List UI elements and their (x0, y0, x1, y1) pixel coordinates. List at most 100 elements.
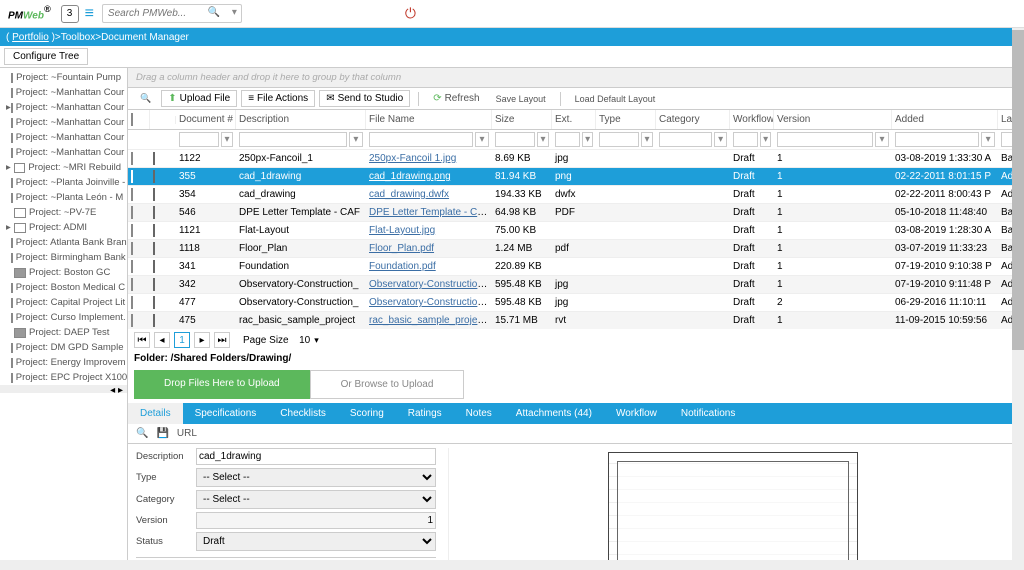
upload-file-button[interactable]: ⬆Upload File (161, 90, 237, 107)
refresh-button[interactable]: ⟳Refresh (427, 91, 485, 106)
filter-icon[interactable]: ▾ (641, 132, 653, 147)
shield-icon[interactable]: 3 (61, 5, 79, 23)
table-row[interactable]: 342Observatory-Construction_Observatory-… (128, 275, 1024, 293)
tab-specifications[interactable]: Specifications (183, 403, 269, 424)
search-icon[interactable]: 🔍 (207, 7, 219, 18)
table-row[interactable]: 475rac_basic_sample_projectrac_basic_sam… (128, 311, 1024, 329)
sidebar-item[interactable]: Project: DAEP Test (0, 325, 127, 340)
page-prev[interactable]: ◂ (154, 332, 170, 348)
table-row[interactable]: 341FoundationFoundation.pdf220.89 KBDraf… (128, 257, 1024, 275)
filter-input[interactable] (555, 132, 580, 147)
category-select[interactable]: -- Select -- (196, 490, 436, 509)
sidebar-item[interactable]: Project: ~Manhattan Cour (0, 100, 127, 115)
column-header[interactable]: Added (892, 110, 998, 129)
filter-input[interactable] (369, 132, 473, 147)
column-header[interactable]: Document # (176, 110, 236, 129)
table-row[interactable]: 1121Flat-LayoutFlat-Layout.jpg75.00 KBDr… (128, 221, 1024, 239)
filter-input[interactable] (599, 132, 639, 147)
filter-input[interactable] (777, 132, 873, 147)
url-button[interactable]: URL (177, 428, 197, 439)
sidebar-item[interactable]: Project: Energy Improvem (0, 355, 127, 370)
detail-save-icon[interactable]: 💾 (156, 428, 168, 439)
column-header[interactable]: Description (236, 110, 366, 129)
tab-workflow[interactable]: Workflow (604, 403, 669, 424)
filter-icon[interactable]: ▾ (221, 132, 233, 147)
load-layout-button[interactable]: Load Default Layout (569, 92, 662, 106)
column-header[interactable]: Version (774, 110, 892, 129)
column-header[interactable] (128, 110, 150, 129)
sidebar-item[interactable]: Project: Curso Implement. (0, 310, 127, 325)
sidebar-item[interactable]: Project: ~Manhattan Cour (0, 115, 127, 130)
sidebar-item[interactable]: Project: ~Planta León - M (0, 190, 127, 205)
sidebar-item[interactable]: Project: EPC Project X1000 (0, 370, 127, 385)
sidebar-item[interactable]: Project: ~Manhattan Cour (0, 85, 127, 100)
sidebar-item[interactable]: Project: Boston GC (0, 265, 127, 280)
filter-input[interactable] (179, 132, 219, 147)
browse-button[interactable]: Or Browse to Upload (310, 370, 465, 399)
sidebar-item[interactable]: Project: DM GPD Sample (0, 340, 127, 355)
filter-icon[interactable]: ▾ (714, 132, 727, 147)
filter-icon[interactable]: ▾ (981, 132, 995, 147)
type-select[interactable]: -- Select -- (196, 468, 436, 487)
save-layout-button[interactable]: Save Layout (490, 92, 552, 106)
sidebar-item[interactable]: Project: ~PV-7E (0, 205, 127, 220)
power-icon[interactable]: ⏻ (405, 5, 416, 22)
page-last[interactable]: ⏭ (214, 332, 230, 348)
page-first[interactable]: ⏮ (134, 332, 150, 348)
filter-icon[interactable]: ▾ (760, 132, 771, 147)
page-current[interactable]: 1 (174, 332, 190, 348)
filter-icon[interactable]: ▾ (475, 132, 489, 147)
file-actions-button[interactable]: ≡File Actions (241, 90, 315, 107)
sidebar-item[interactable]: Project: ~Planta Joinville - (0, 175, 127, 190)
horizontal-scrollbar[interactable] (0, 560, 1012, 570)
search-input[interactable]: 🔍 ▾ (102, 4, 242, 23)
menu-icon[interactable]: ≡ (85, 5, 94, 23)
sidebar-item[interactable]: Project: ADMI (0, 220, 127, 235)
sidebar-item[interactable]: Project: Boston Medical C (0, 280, 127, 295)
tab-attachments-[interactable]: Attachments (44) (504, 403, 604, 424)
sidebar-item[interactable]: Project: ~MRI Rebuild (0, 160, 127, 175)
filter-icon[interactable]: ▾ (582, 132, 593, 147)
column-header[interactable]: Size (492, 110, 552, 129)
sidebar-item[interactable]: Project: Capital Project Lit (0, 295, 127, 310)
sidebar-item[interactable]: Project: ~Fountain Pump (0, 70, 127, 85)
filter-input[interactable] (895, 132, 979, 147)
detail-search-icon[interactable]: 🔍 (136, 428, 148, 439)
table-row[interactable]: 477Observatory-Construction_Observatory-… (128, 293, 1024, 311)
tab-checklists[interactable]: Checklists (268, 403, 338, 424)
sidebar-item[interactable]: Project: Birmingham Bank (0, 250, 127, 265)
configure-tree-button[interactable]: Configure Tree (4, 48, 88, 65)
tab-ratings[interactable]: Ratings (396, 403, 454, 424)
column-header[interactable]: Ext. (552, 110, 596, 129)
tab-notes[interactable]: Notes (454, 403, 504, 424)
table-row[interactable]: 355cad_1drawingcad_1drawing.png81.94 KBp… (128, 167, 1024, 185)
table-row[interactable]: 1118Floor_PlanFloor_Plan.pdf1.24 MBpdfDr… (128, 239, 1024, 257)
filter-icon[interactable]: ▾ (537, 132, 549, 147)
tab-details[interactable]: Details (128, 403, 183, 424)
drop-zone[interactable]: Drop Files Here to Upload (134, 370, 310, 399)
column-header[interactable]: File Name (366, 110, 492, 129)
column-header[interactable]: Type (596, 110, 656, 129)
filter-input[interactable] (733, 132, 758, 147)
table-row[interactable]: 354cad_drawingcad_drawing.dwfx194.33 KBd… (128, 185, 1024, 203)
sidebar-scrollbar[interactable]: ◂ ▸ (0, 385, 127, 393)
column-header[interactable]: Workflow Status (730, 110, 774, 129)
page-next[interactable]: ▸ (194, 332, 210, 348)
chevron-down-icon[interactable]: ▾ (232, 7, 237, 18)
column-header[interactable] (150, 116, 176, 124)
sidebar-item[interactable]: Project: ~Manhattan Cour (0, 130, 127, 145)
vertical-scrollbar[interactable] (1012, 28, 1024, 570)
filter-input[interactable] (659, 132, 712, 147)
table-row[interactable]: 546DPE Letter Template - CAFDPE Letter T… (128, 203, 1024, 221)
sidebar-item[interactable]: Project: Atlanta Bank Bran (0, 235, 127, 250)
zoom-icon[interactable]: 🔍 (134, 91, 157, 106)
tab-scoring[interactable]: Scoring (338, 403, 396, 424)
description-field[interactable] (196, 448, 436, 465)
table-row[interactable]: 1122250px-Fancoil_1250px-Fancoil 1.jpg8.… (128, 149, 1024, 167)
filter-icon[interactable]: ▾ (875, 132, 889, 147)
column-header[interactable]: Category (656, 110, 730, 129)
page-size[interactable]: 10 (299, 335, 310, 346)
tab-notifications[interactable]: Notifications (669, 403, 747, 424)
filter-icon[interactable]: ▾ (349, 132, 363, 147)
status-select[interactable]: Draft (196, 532, 436, 551)
